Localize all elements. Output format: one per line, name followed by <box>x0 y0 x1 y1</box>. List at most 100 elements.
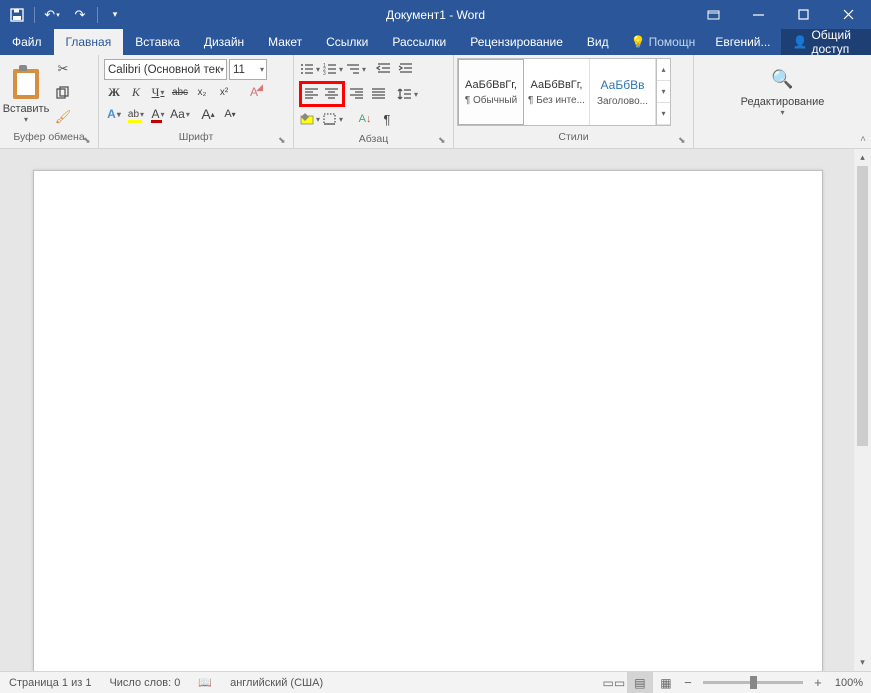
paragraph-launcher-icon[interactable]: ⬊ <box>438 135 450 147</box>
styles-gallery: АаБбВвГг, ¶ Обычный АаБбВвГг, ¶ Без инте… <box>457 58 671 126</box>
zoom-in-button[interactable]: + <box>809 675 827 690</box>
status-page[interactable]: Страница 1 из 1 <box>0 672 100 693</box>
tab-layout[interactable]: Макет <box>256 29 314 55</box>
copy-icon[interactable] <box>52 83 74 103</box>
close-button[interactable] <box>826 0 871 29</box>
status-bar: Страница 1 из 1 Число слов: 0 📖 английск… <box>0 671 871 693</box>
group-label-font: Шрифт <box>99 131 293 148</box>
change-case-icon[interactable]: Aa <box>170 104 190 124</box>
underline-button[interactable]: Ч <box>148 82 168 102</box>
tab-mailings[interactable]: Рассылки <box>380 29 458 55</box>
group-label-paragraph: Абзац <box>294 133 453 148</box>
subscript-button[interactable]: x₂ <box>192 82 212 102</box>
proofing-icon: 📖 <box>198 676 212 689</box>
styles-more[interactable]: ▴▾▾ <box>656 59 670 125</box>
document-page[interactable] <box>33 170 823 671</box>
status-proofing[interactable]: 📖 <box>189 672 221 693</box>
line-spacing-icon[interactable] <box>397 84 418 104</box>
ribbon-display-icon[interactable] <box>691 0 736 29</box>
shrink-font-icon[interactable]: A▾ <box>220 104 240 124</box>
tab-review[interactable]: Рецензирование <box>458 29 575 55</box>
zoom-out-button[interactable]: − <box>679 675 697 690</box>
numbering-icon[interactable]: 123 <box>322 59 343 79</box>
tab-home[interactable]: Главная <box>54 29 124 55</box>
styles-launcher-icon[interactable]: ⬊ <box>678 135 690 147</box>
font-launcher-icon[interactable]: ⬊ <box>278 135 290 147</box>
shading-icon[interactable] <box>299 109 320 129</box>
tell-me[interactable]: 💡Помощн <box>621 35 706 49</box>
scroll-down-icon[interactable]: ▾ <box>854 654 871 671</box>
decrease-indent-icon[interactable] <box>374 59 394 79</box>
quick-access-toolbar: ↶▾ ↷ ▾ <box>0 0 128 29</box>
superscript-button[interactable]: x² <box>214 82 234 102</box>
tab-file[interactable]: Файл <box>0 29 54 55</box>
clipboard-launcher-icon[interactable]: ⬊ <box>83 135 95 147</box>
show-marks-icon[interactable]: ¶ <box>377 109 397 129</box>
status-words[interactable]: Число слов: 0 <box>100 672 189 693</box>
window-title: Документ1 - Word <box>386 8 485 22</box>
cut-icon[interactable]: ✂ <box>52 59 74 79</box>
redo-icon[interactable]: ↷ <box>67 3 93 27</box>
group-editing: 🔍 Редактирование ▾ <box>694 55 871 148</box>
style-no-spacing[interactable]: АаБбВвГг, ¶ Без инте... <box>524 59 590 125</box>
minimize-button[interactable] <box>736 0 781 29</box>
font-size-combo[interactable]: 11▾ <box>229 59 267 80</box>
view-read-icon[interactable]: ▭▭ <box>601 672 627 693</box>
vertical-scrollbar[interactable]: ▴ ▾ <box>854 149 871 671</box>
tab-view[interactable]: Вид <box>575 29 621 55</box>
group-clipboard: Вставить ▾ ✂ 🖌 Буфер обмена ⬊ <box>0 55 99 148</box>
paste-button[interactable]: Вставить ▾ <box>4 57 48 129</box>
zoom-percent[interactable]: 100% <box>827 677 871 689</box>
share-button[interactable]: 👤Общий доступ <box>781 28 871 56</box>
align-left-icon[interactable] <box>302 84 322 104</box>
user-account[interactable]: Евгений... <box>705 35 780 49</box>
format-painter-icon[interactable]: 🖌 <box>52 107 74 127</box>
multilevel-list-icon[interactable] <box>345 59 366 79</box>
tab-references[interactable]: Ссылки <box>314 29 380 55</box>
document-area: ▴ ▾ <box>0 149 871 671</box>
align-right-icon[interactable] <box>347 84 367 104</box>
sort-icon[interactable]: A↓ <box>355 109 375 129</box>
scroll-up-icon[interactable]: ▴ <box>854 149 871 166</box>
group-paragraph: 123 A↓ ¶ <box>294 55 454 148</box>
ribbon-tabs: Файл Главная Вставка Дизайн Макет Ссылки… <box>0 29 871 55</box>
qat-customize-icon[interactable]: ▾ <box>102 3 128 27</box>
justify-icon[interactable] <box>369 84 389 104</box>
view-print-icon[interactable]: ▤ <box>627 672 653 693</box>
align-center-icon[interactable] <box>322 84 342 104</box>
editing-label[interactable]: Редактирование <box>741 96 825 108</box>
style-heading1[interactable]: АаБбВв Заголово... <box>590 59 656 125</box>
paste-icon <box>10 67 42 101</box>
style-normal[interactable]: АаБбВвГг, ¶ Обычный <box>458 59 524 125</box>
title-bar: ↶▾ ↷ ▾ Документ1 - Word <box>0 0 871 29</box>
italic-button[interactable]: К <box>126 82 146 102</box>
view-web-icon[interactable]: ▦ <box>653 672 679 693</box>
font-color-icon[interactable]: A <box>148 104 168 124</box>
borders-icon[interactable] <box>322 109 343 129</box>
font-name-combo[interactable]: Calibri (Основной тек▾ <box>104 59 227 80</box>
grow-font-icon[interactable]: A▴ <box>198 104 218 124</box>
tab-design[interactable]: Дизайн <box>192 29 256 55</box>
group-styles: АаБбВвГг, ¶ Обычный АаБбВвГг, ¶ Без инте… <box>454 55 694 148</box>
find-icon[interactable]: 🔍 <box>771 69 793 90</box>
bullets-icon[interactable] <box>299 59 320 79</box>
group-label-styles: Стили <box>454 131 693 148</box>
clear-formatting-icon[interactable]: A◢ <box>244 82 264 102</box>
maximize-button[interactable] <box>781 0 826 29</box>
increase-indent-icon[interactable] <box>396 59 416 79</box>
group-font: Calibri (Основной тек▾ 11▾ Ж К Ч abc x₂ … <box>99 55 294 148</box>
zoom-thumb[interactable] <box>750 676 757 689</box>
text-effects-icon[interactable]: A <box>104 104 124 124</box>
svg-text:3: 3 <box>323 71 326 76</box>
save-icon[interactable] <box>4 3 30 27</box>
status-language[interactable]: английский (США) <box>221 672 332 693</box>
tab-insert[interactable]: Вставка <box>123 29 192 55</box>
strikethrough-button[interactable]: abc <box>170 82 190 102</box>
share-icon: 👤 <box>793 35 808 49</box>
scroll-thumb[interactable] <box>857 166 868 446</box>
bold-button[interactable]: Ж <box>104 82 124 102</box>
highlight-color-icon[interactable]: ab <box>126 104 146 124</box>
zoom-slider[interactable] <box>703 681 803 684</box>
undo-icon[interactable]: ↶▾ <box>39 3 65 27</box>
collapse-ribbon-icon[interactable]: ˄ <box>860 134 866 145</box>
